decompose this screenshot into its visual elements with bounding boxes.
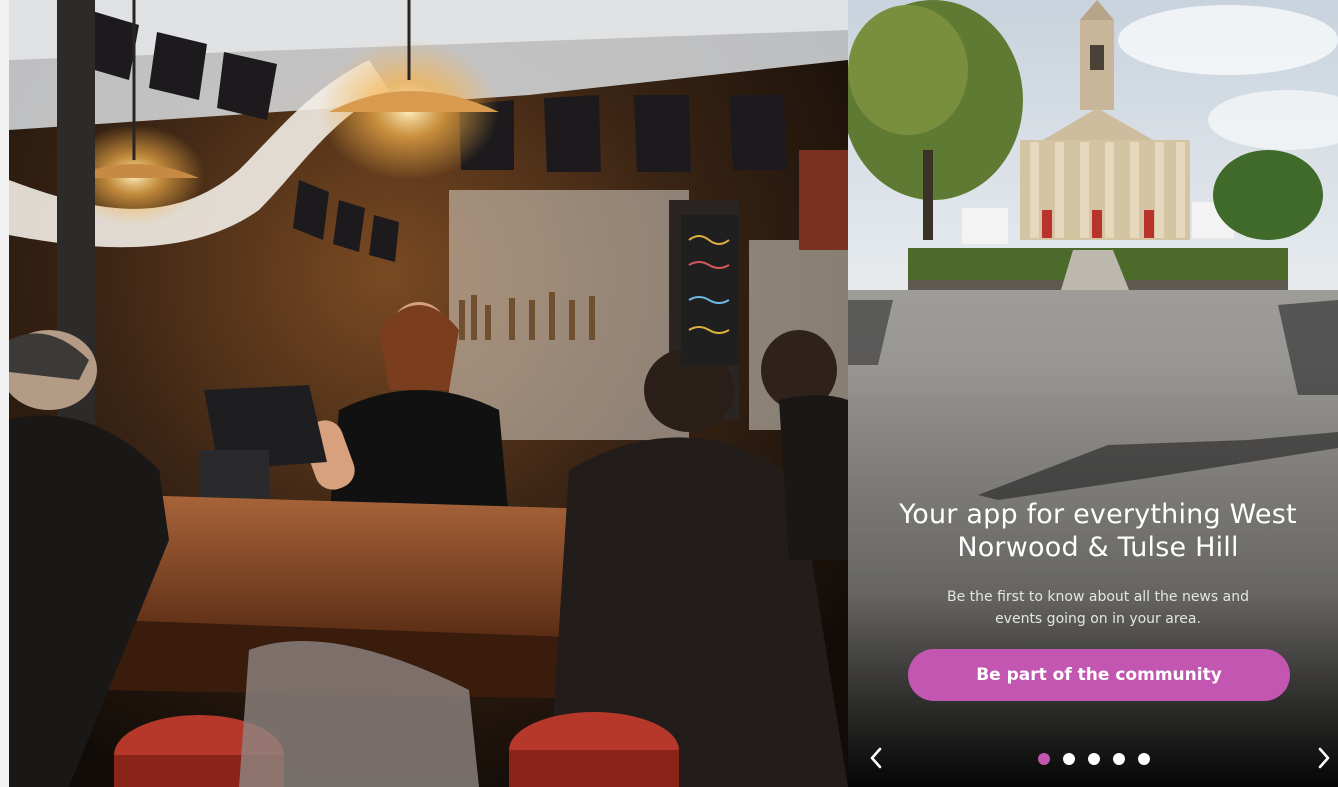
pub-interior-photo	[9, 0, 848, 787]
previous-slide-button[interactable]	[860, 742, 892, 774]
pagination-dot-1[interactable]	[1038, 753, 1050, 765]
pagination-dot-5[interactable]	[1138, 753, 1150, 765]
pagination-dot-4[interactable]	[1113, 753, 1125, 765]
headline-line-1: Your app for everything West	[899, 499, 1297, 530]
subtext-line-1: Be the first to know about all the news …	[947, 589, 1249, 605]
pagination-dot-3[interactable]	[1088, 753, 1100, 765]
next-slide-button[interactable]	[1308, 742, 1338, 774]
app-screen: Your app for everything West Norwood & T…	[0, 0, 1338, 787]
subtext-line-2: events going on in your area.	[995, 611, 1201, 627]
onboarding-headline: Your app for everything West Norwood & T…	[848, 498, 1338, 564]
onboarding-panel: Your app for everything West Norwood & T…	[848, 0, 1338, 787]
chevron-right-icon	[1318, 747, 1330, 769]
join-community-button[interactable]: Be part of the community	[908, 649, 1290, 701]
pagination-dots	[1038, 753, 1150, 765]
onboarding-subtext: Be the first to know about all the news …	[893, 586, 1303, 630]
chevron-left-icon	[870, 747, 882, 769]
pagination-dot-2[interactable]	[1063, 753, 1075, 765]
headline-line-2: Norwood & Tulse Hill	[957, 532, 1239, 563]
edge-strip	[0, 0, 9, 787]
